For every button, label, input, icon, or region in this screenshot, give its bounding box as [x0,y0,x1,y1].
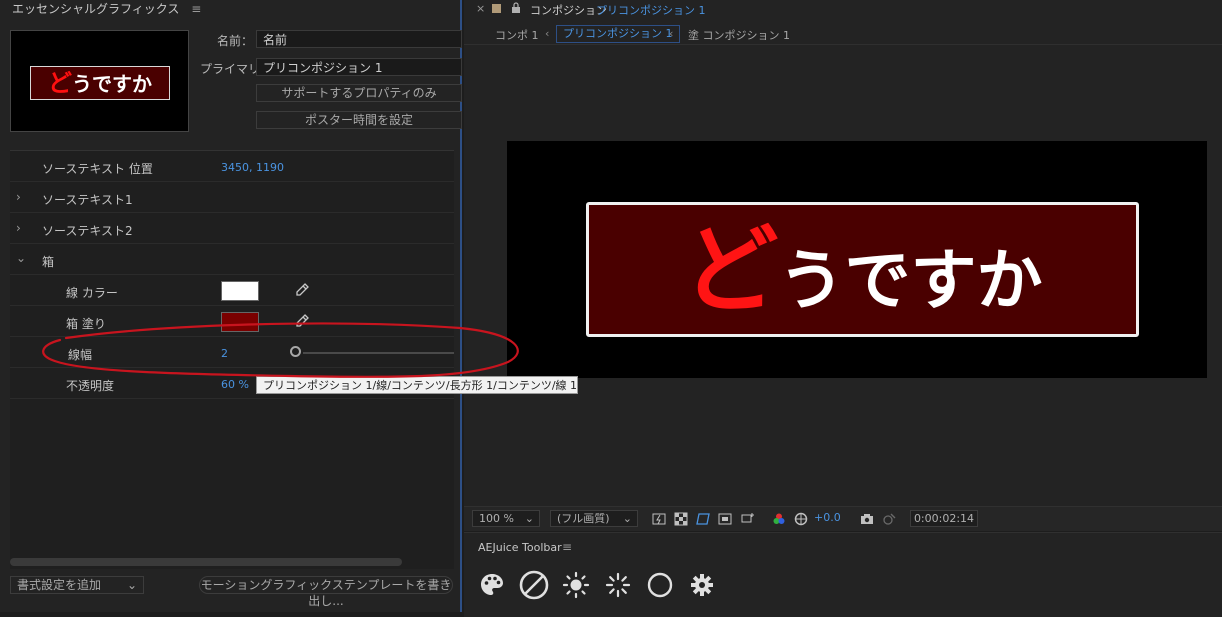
mask-path-icon[interactable] [696,512,710,526]
property-row[interactable]: 箱 塗り [10,307,454,337]
chevron-down-icon[interactable]: ⌄ [16,251,26,265]
supported-props-button[interactable]: サポートするプロパティのみ [256,84,462,102]
property-name: 箱 [42,255,55,269]
breadcrumb-item-active[interactable]: プリコンポジション 1 [556,25,680,43]
stroke-color-swatch[interactable] [221,281,259,301]
chevron-right-icon[interactable]: › [16,190,21,204]
property-value[interactable]: 2 [221,347,228,360]
title-text-rest: うですか [778,241,1043,319]
add-formatting-label: 書式設定を追加 [17,578,102,592]
title-text: どうですか [589,205,1136,334]
palette-icon[interactable] [478,571,506,599]
property-value[interactable]: 3450, 1190 [221,161,284,174]
slider-track[interactable] [303,352,454,354]
aejuice-toolbar-panel: AEJuice Toolbar ≡ [464,532,1222,617]
eyedropper-icon[interactable] [294,313,310,329]
primary-field[interactable]: プリコンポジション 1 [256,58,462,76]
viewer-toolbar: 100 % ⌄ (フル画質) ⌄ +0.0 0:00:02:14 [464,506,1222,531]
property-name: 箱 塗り [66,317,106,331]
tab-composition-name: プリコンポジション 1 [596,4,706,17]
region-of-interest-icon[interactable] [740,512,754,526]
property-name: ソーステキスト 位置 [42,162,153,176]
resolution-dropdown[interactable]: (フル画質) ⌄ [550,510,638,527]
gear-icon[interactable] [688,571,716,599]
zoom-dropdown[interactable]: 100 % ⌄ [472,510,540,527]
chevron-right-icon[interactable]: › [16,221,21,235]
resolution-value: (フル画質) [557,512,610,525]
property-row[interactable]: › ソーステキスト2 [10,214,454,244]
zoom-value: 100 % [479,512,514,525]
property-row[interactable]: ソーステキスト 位置 3450, 1190 [10,152,454,182]
panel-title: エッセンシャルグラフィックス [12,2,180,16]
property-path-tooltip: プリコンポジション 1/線/コンテンツ/長方形 1/コンテンツ/線 1/線幅 [256,376,578,394]
brightness-icon[interactable] [562,571,590,599]
breadcrumb: コンポ 1 ‹ プリコンポジション 1 ‹ 塗 コンポジション 1 [464,24,1222,45]
horizontal-scrollbar[interactable] [10,558,402,566]
chevron-down-icon: ⌄ [524,512,534,525]
name-label: 名前： [217,34,254,48]
safe-margins-icon[interactable] [718,512,732,526]
add-formatting-dropdown[interactable]: 書式設定を追加 ⌄ [10,576,144,594]
timecode-value: 0:00:02:14 [913,512,975,525]
thumbnail-text-rest: うですか [72,72,152,96]
circle-icon[interactable] [646,571,674,599]
none-icon[interactable] [518,569,550,601]
lock-icon[interactable] [511,2,521,14]
export-template-button[interactable]: モーショングラフィックステンプレートを書き出し... [199,576,453,608]
aejuice-title: AEJuice Toolbar [478,541,562,554]
poster-time-button[interactable]: ポスター時間を設定 [256,111,462,129]
property-name: 線 カラー [66,286,118,300]
name-field[interactable]: 名前 [256,30,462,48]
exposure-value[interactable]: +0.0 [814,511,841,524]
breadcrumb-item[interactable]: コンポ 1 [495,27,539,43]
chevron-down-icon: ⌄ [126,578,137,592]
property-name: 線幅 [68,348,93,362]
hamburger-icon[interactable]: ≡ [562,540,572,554]
exposure-reset-icon[interactable] [794,512,808,526]
property-group-row[interactable]: ⌄ 箱 [10,245,454,275]
thumbnail-text: どうですか [31,67,169,99]
composition-color-label [492,4,501,13]
thumbnail-box: どうですか [30,66,170,100]
property-row[interactable]: 線幅 2 [10,338,454,368]
property-name: ソーステキスト2 [42,224,133,238]
chevron-left-icon: ‹ [669,27,674,40]
property-name: 不透明度 [66,379,115,393]
breadcrumb-item[interactable]: 塗 コンポジション 1 [688,27,790,43]
property-value[interactable]: 60 % [221,378,249,391]
title-box[interactable]: どうですか [586,202,1139,337]
property-row[interactable]: › ソーステキスト1 [10,183,454,213]
close-icon[interactable]: × [476,2,485,15]
slider-knob[interactable] [290,346,301,357]
camera-icon[interactable] [860,512,874,526]
property-name: ソーステキスト1 [42,193,133,207]
properties-list: ソーステキスト 位置 3450, 1190 › ソーステキスト1 › ソーステキ… [10,150,454,569]
channel-icon[interactable] [772,512,786,526]
chevron-down-icon: ⌄ [622,512,632,525]
eyedropper-icon[interactable] [294,282,310,298]
hamburger-icon[interactable]: ≡ [191,2,201,16]
panel-header: エッセンシャルグラフィックス ≡ [0,0,460,18]
title-text-red: ど [682,213,779,326]
property-row[interactable]: 線 カラー [10,276,454,306]
loading-icon[interactable] [604,571,632,599]
fill-color-swatch[interactable] [221,312,259,332]
timecode-field[interactable]: 0:00:02:14 [910,510,978,527]
transparency-grid-icon[interactable] [674,512,688,526]
composition-tab[interactable]: × コンポジション プリコンポジション 1 [464,0,1222,18]
template-thumbnail: どうですか [10,30,189,132]
show-snapshot-icon[interactable] [882,512,896,526]
fast-preview-icon[interactable] [652,512,666,526]
chevron-left-icon: ‹ [545,27,550,40]
thumbnail-text-red: ど [48,68,72,97]
